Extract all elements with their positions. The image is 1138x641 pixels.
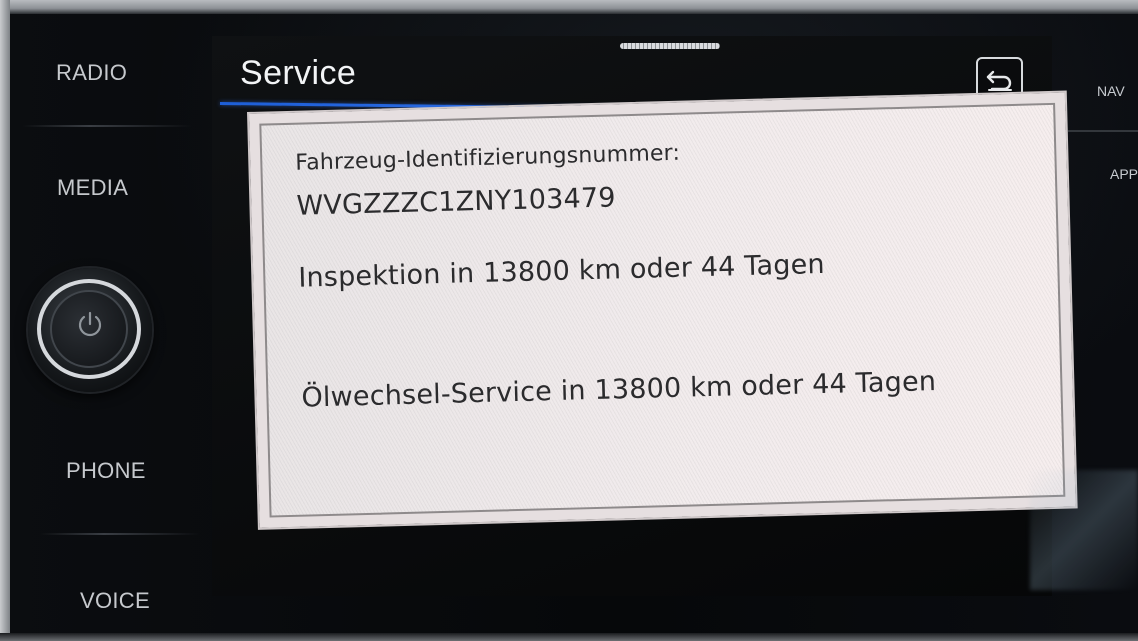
vin-value: WVGZZZC1ZNY103479 bbox=[296, 182, 617, 222]
glare-reflection bbox=[1030, 470, 1138, 590]
voice-button[interactable]: VOICE bbox=[80, 588, 150, 614]
inspection-status: Inspektion in 13800 km oder 44 Tagen bbox=[297, 248, 826, 294]
page-title: Service bbox=[240, 54, 357, 92]
left-divider bbox=[22, 125, 192, 127]
nav-button[interactable]: NAV bbox=[1097, 83, 1125, 99]
infotainment-photo: RADIO MEDIA PHONE VOICE Service NAV APP … bbox=[0, 0, 1138, 641]
bezel-top bbox=[0, 0, 1138, 14]
media-button[interactable]: MEDIA bbox=[57, 175, 128, 201]
oil-service-status: Ölwechsel-Service in 13800 km oder 44 Ta… bbox=[301, 366, 937, 414]
app-button[interactable]: APP bbox=[1110, 166, 1138, 182]
pull-down-handle[interactable] bbox=[620, 43, 720, 49]
bezel-bottom bbox=[0, 633, 1138, 641]
right-divider bbox=[1068, 130, 1138, 132]
left-divider-2 bbox=[40, 533, 200, 535]
back-arrow-icon bbox=[986, 70, 1012, 91]
phone-button[interactable]: PHONE bbox=[66, 458, 146, 484]
bezel-left bbox=[0, 0, 10, 641]
power-icon bbox=[78, 311, 102, 337]
vin-label: Fahrzeug-Identifizierungsnummer: bbox=[295, 140, 681, 176]
service-info-panel: Fahrzeug-Identifizierungsnummer: WVGZZZC… bbox=[247, 90, 1078, 530]
radio-button[interactable]: RADIO bbox=[56, 60, 127, 86]
